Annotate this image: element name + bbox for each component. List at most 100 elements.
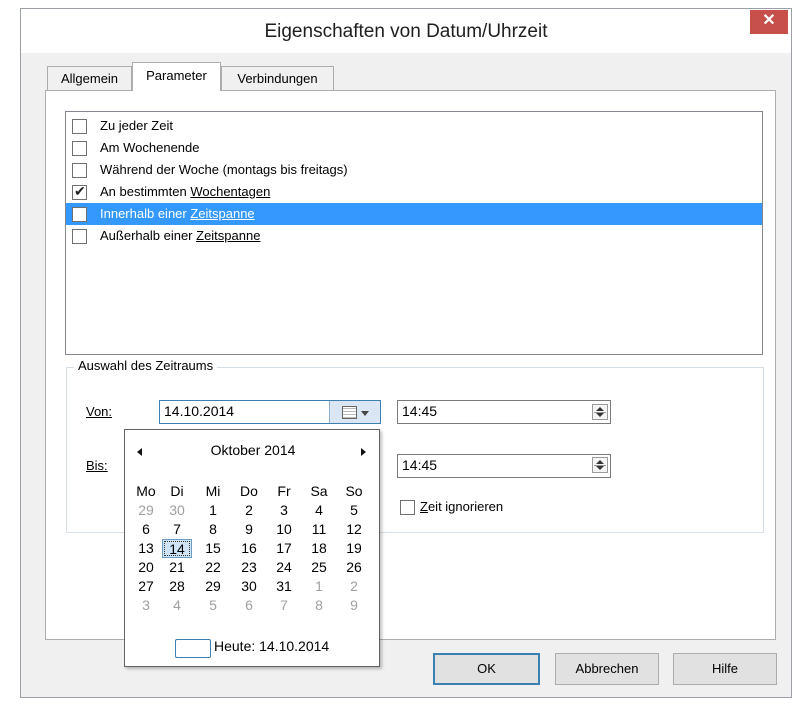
calendar-day[interactable]: 21 (162, 558, 192, 577)
title-bar: Eigenschaften von Datum/Uhrzeit ✕ (21, 9, 791, 53)
calendar-day[interactable]: 1 (198, 501, 228, 520)
calendar-day[interactable]: 18 (304, 539, 334, 558)
weekday-header: So (345, 483, 363, 499)
bis-time-spinner[interactable] (592, 457, 608, 473)
ignore-time-checkbox[interactable] (400, 500, 415, 515)
condition-label: Außerhalb einer Zeitspanne (100, 225, 260, 247)
condition-link[interactable]: Zeitspanne (196, 228, 260, 243)
condition-label-text: Innerhalb einer (100, 206, 191, 221)
von-label-text: Von: (86, 404, 113, 419)
calendar-day[interactable]: 29 (131, 501, 161, 520)
calendar-day[interactable]: 31 (269, 577, 299, 596)
calendar-day[interactable]: 11 (304, 520, 334, 539)
calendar-day[interactable]: 7 (269, 596, 299, 615)
calendar-popup: Oktober 2014 Mo Di Mi Do Fr Sa So 29 30 1 2 3 4 5 6 7 8 9… (124, 429, 380, 667)
tab-verbindungen[interactable]: Verbindungen (221, 66, 334, 90)
calendar-day[interactable]: 8 (198, 520, 228, 539)
von-time-spinner[interactable] (592, 404, 608, 420)
calendar-month-label[interactable]: Oktober 2014 (125, 442, 381, 458)
condition-checkbox[interactable] (72, 207, 87, 222)
bis-label-text: Bis: (86, 458, 108, 473)
von-label: Von: (86, 404, 112, 419)
ignore-time-label-rest: eit ignorieren (427, 499, 504, 514)
calendar-day[interactable]: 13 (131, 539, 161, 558)
condition-checkbox[interactable]: ✔ (72, 183, 87, 200)
condition-link[interactable]: Zeitspanne (190, 206, 254, 221)
range-group-title: Auswahl des Zeitraums (74, 358, 218, 373)
calendar-day[interactable]: 2 (339, 577, 369, 596)
calendar-day[interactable]: 6 (131, 520, 161, 539)
von-time-input[interactable]: 14:45 (397, 400, 611, 424)
condition-checkbox[interactable] (72, 229, 87, 244)
calendar-day[interactable]: 23 (234, 558, 264, 577)
calendar-day[interactable]: 15 (198, 539, 228, 558)
calendar-day[interactable]: 12 (339, 520, 369, 539)
condition-link[interactable]: Wochentagen (190, 184, 270, 199)
calendar-day[interactable]: 5 (339, 501, 369, 520)
calendar-day[interactable]: 26 (339, 558, 369, 577)
calendar-day[interactable]: 16 (234, 539, 264, 558)
spin-down-icon (596, 466, 604, 470)
weekday-header: Sa (310, 483, 328, 499)
spin-up-icon (596, 407, 604, 411)
condition-checkbox[interactable] (72, 119, 87, 134)
ok-button[interactable]: OK (433, 653, 540, 685)
calendar-day[interactable]: 22 (198, 558, 228, 577)
condition-label: An bestimmten Wochentagen (100, 181, 270, 203)
tab-parameter[interactable]: Parameter (132, 62, 221, 91)
calendar-day[interactable]: 4 (304, 501, 334, 520)
tab-allgemein[interactable]: Allgemein (47, 66, 132, 90)
condition-checkbox[interactable] (72, 141, 87, 156)
calendar-day[interactable]: 8 (304, 596, 334, 615)
calendar-day[interactable]: 10 (269, 520, 299, 539)
condition-label: Während der Woche (montags bis freitags) (100, 159, 348, 181)
condition-label: Am Wochenende (100, 137, 200, 159)
calendar-day[interactable]: 27 (131, 577, 161, 596)
calendar-day[interactable]: 28 (162, 577, 192, 596)
weekday-header: Mi (205, 483, 221, 499)
next-month-arrow-icon[interactable] (361, 448, 366, 456)
calendar-day[interactable]: 9 (234, 520, 264, 539)
calendar-day[interactable]: 5 (198, 596, 228, 615)
calendar-day[interactable]: 3 (131, 596, 161, 615)
calendar-day[interactable]: 7 (162, 520, 192, 539)
condition-label-text: Zu jeder Zeit (100, 118, 173, 133)
weekday-header: Fr (277, 483, 291, 499)
von-date-value: 14.10.2014 (164, 403, 235, 419)
calendar-day[interactable]: 3 (269, 501, 299, 520)
cancel-button[interactable]: Abbrechen (555, 653, 659, 685)
today-link[interactable]: Heute: 14.10.2014 (214, 638, 329, 654)
calendar-day[interactable]: 2 (234, 501, 264, 520)
calendar-day[interactable]: 4 (162, 596, 192, 615)
bis-time-input[interactable]: 14:45 (397, 454, 611, 478)
calendar-day-selected[interactable]: 14 (162, 539, 192, 558)
calendar-day[interactable]: 24 (269, 558, 299, 577)
help-button[interactable]: Hilfe (673, 653, 777, 685)
calendar-day[interactable]: 1 (304, 577, 334, 596)
close-icon: ✕ (762, 12, 776, 29)
weekday-header: Mo (136, 483, 156, 499)
condition-label: Zu jeder Zeit (100, 115, 173, 137)
ignore-time-label-first: Z (420, 499, 428, 514)
today-marker (175, 639, 211, 658)
ignore-time-label: Zeit ignorieren (420, 499, 503, 514)
condition-label-text: Außerhalb einer (100, 228, 197, 243)
von-time-value: 14:45 (402, 403, 438, 419)
calendar-day[interactable]: 30 (162, 501, 192, 520)
calendar-day[interactable]: 29 (198, 577, 228, 596)
condition-label: Innerhalb einer Zeitspanne (100, 203, 255, 225)
condition-checkbox[interactable] (72, 163, 87, 178)
close-button[interactable]: ✕ (750, 10, 788, 34)
calendar-day[interactable]: 25 (304, 558, 334, 577)
calendar-icon (341, 406, 357, 419)
calendar-day[interactable]: 30 (234, 577, 264, 596)
calendar-day[interactable]: 6 (234, 596, 264, 615)
spin-up-icon (596, 460, 604, 464)
calendar-day[interactable]: 9 (339, 596, 369, 615)
spin-down-icon (596, 413, 604, 417)
calendar-day[interactable]: 17 (269, 539, 299, 558)
calendar-day[interactable]: 20 (131, 558, 161, 577)
calendar-day[interactable]: 19 (339, 539, 369, 558)
condition-label-text: Am Wochenende (100, 140, 200, 155)
calendar-dropdown-button[interactable] (329, 401, 380, 423)
